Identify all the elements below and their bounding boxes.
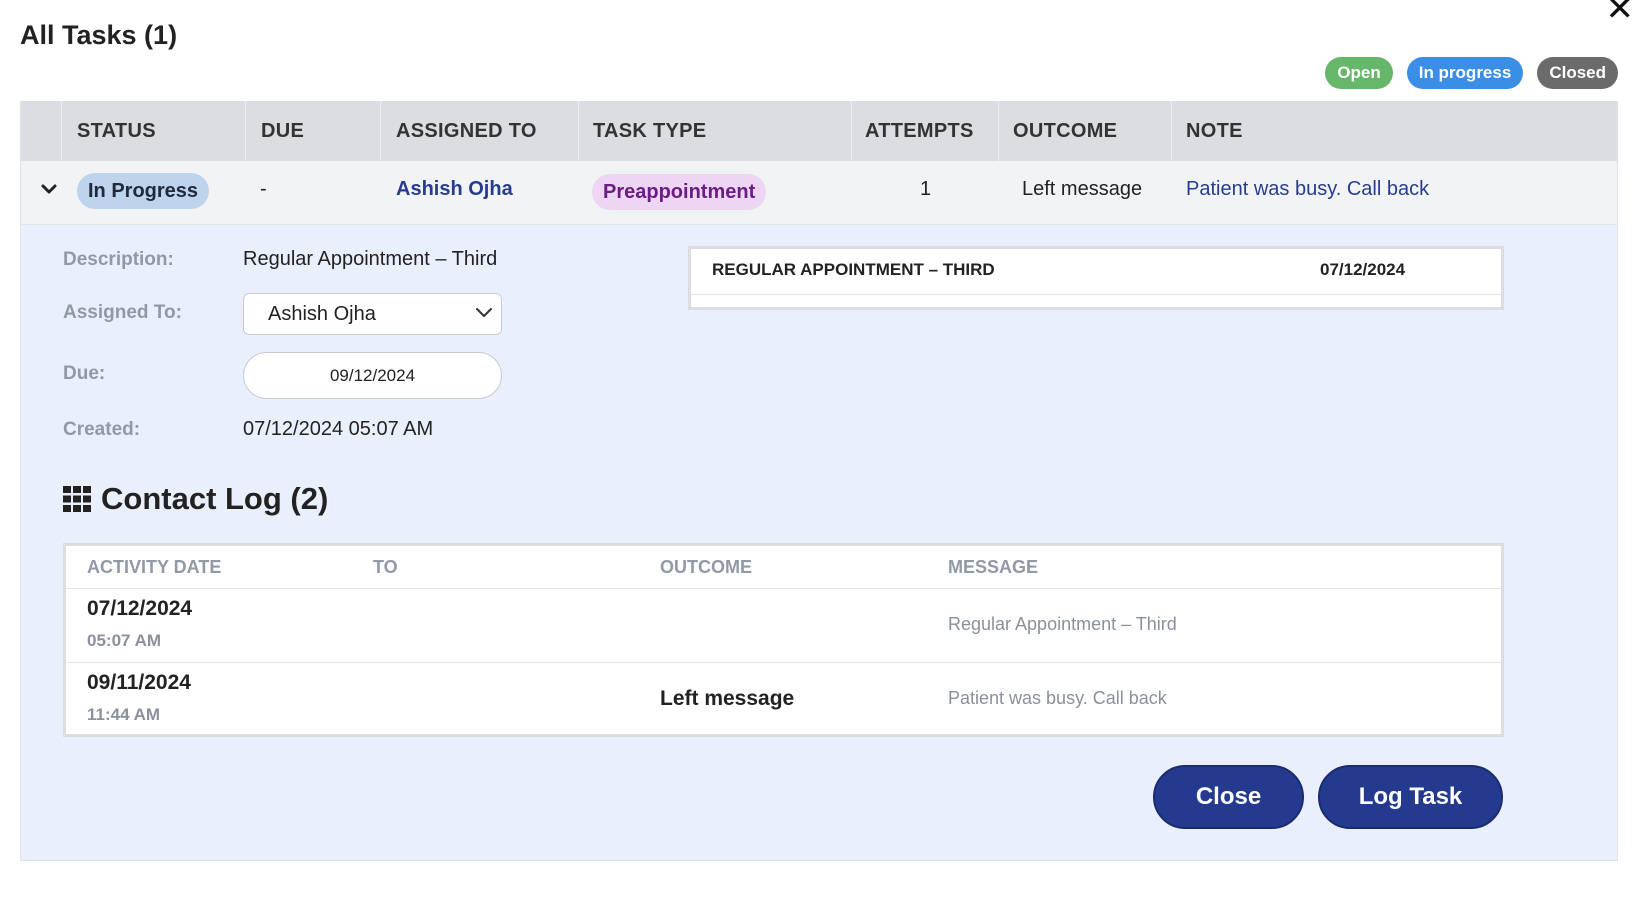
description-value: Regular Appointment – Third	[243, 248, 498, 270]
log-task-button[interactable]: Log Task	[1318, 765, 1503, 829]
task-note-link[interactable]: Patient was busy. Call back	[1186, 161, 1429, 223]
column-header-note[interactable]: NOTE	[1186, 101, 1243, 161]
log-activity-time: 05:07 AM	[87, 631, 162, 650]
contact-log-table: ACTIVITY DATE TO OUTCOME MESSAGE 07/12/2…	[63, 543, 1504, 737]
chevron-down-icon[interactable]	[35, 175, 63, 203]
log-activity-date: 07/12/2024	[87, 597, 193, 620]
task-type-badge: Preappointment	[592, 174, 767, 210]
due-date-input[interactable]: 09/12/2024	[243, 352, 502, 399]
task-attempts: 1	[920, 178, 932, 200]
created-value: 07/12/2024 05:07 AM	[243, 418, 434, 440]
table-row[interactable]: 07/12/2024 05:07 AM Regular Appointment …	[66, 589, 1501, 663]
appointment-title: REGULAR APPOINTMENT – THIRD	[712, 260, 995, 279]
assigned-to-select[interactable]: Ashish Ojha	[243, 293, 502, 335]
column-header-assigned-to[interactable]: ASSIGNED TO	[396, 101, 537, 161]
tasks-table-header: STATUS DUE ASSIGNED TO TASK TYPE ATTEMPT…	[21, 101, 1617, 161]
log-outcome: Left message	[660, 687, 795, 710]
table-row[interactable]: 09/11/2024 11:44 AM Left message Patient…	[66, 663, 1501, 737]
chevron-down-icon	[476, 308, 492, 317]
assigned-to-select-value: Ashish Ojha	[268, 303, 376, 325]
column-header-status[interactable]: STATUS	[77, 101, 156, 161]
dialog-title: All Tasks (1)	[20, 20, 178, 50]
legend-open-badge: Open	[1325, 57, 1393, 89]
assigned-to-label: Assigned To:	[63, 302, 182, 323]
appointment-date: 07/12/2024	[1320, 260, 1406, 279]
task-outcome: Left message	[1022, 178, 1143, 200]
assigned-to-link[interactable]: Ashish Ojha	[396, 161, 513, 223]
status-legend: Open In progress Closed	[1325, 57, 1618, 89]
appointment-card-row[interactable]: REGULAR APPOINTMENT – THIRD 07/12/2024	[691, 249, 1501, 295]
log-header-to[interactable]: TO	[373, 546, 398, 588]
log-activity-date: 09/11/2024	[87, 671, 191, 694]
log-header-outcome[interactable]: OUTCOME	[660, 546, 752, 588]
log-message: Patient was busy. Call back	[948, 688, 1167, 708]
appointment-card: REGULAR APPOINTMENT – THIRD 07/12/2024	[688, 246, 1504, 310]
created-label: Created:	[63, 419, 141, 440]
legend-in-progress-badge: In progress	[1406, 57, 1524, 89]
task-due: -	[260, 178, 267, 200]
log-header-message[interactable]: MESSAGE	[948, 546, 1038, 588]
column-header-attempts[interactable]: ATTEMPTS	[865, 101, 974, 161]
log-message: Regular Appointment – Third	[948, 614, 1177, 634]
log-header-activity-date[interactable]: ACTIVITY DATE	[87, 546, 221, 588]
close-button[interactable]: Close	[1153, 765, 1304, 829]
status-badge: In Progress	[77, 173, 210, 209]
task-row[interactable]: In Progress - Ashish Ojha Preappointment…	[21, 161, 1617, 225]
legend-closed-badge: Closed	[1537, 57, 1618, 89]
grid-icon	[63, 486, 91, 512]
contact-log-heading: Contact Log (2)	[63, 481, 328, 517]
contact-log-title: Contact Log (2)	[101, 481, 329, 516]
column-header-task-type[interactable]: TASK TYPE	[593, 101, 706, 161]
column-header-outcome[interactable]: OUTCOME	[1013, 101, 1117, 161]
log-activity-time: 11:44 AM	[87, 705, 161, 724]
column-header-due[interactable]: DUE	[261, 101, 304, 161]
tasks-grid: STATUS DUE ASSIGNED TO TASK TYPE ATTEMPT…	[20, 101, 1618, 861]
description-label: Description:	[63, 249, 174, 270]
close-icon[interactable]: ✕	[1606, 0, 1635, 26]
contact-log-header: ACTIVITY DATE TO OUTCOME MESSAGE	[66, 546, 1501, 589]
due-label: Due:	[63, 363, 106, 384]
